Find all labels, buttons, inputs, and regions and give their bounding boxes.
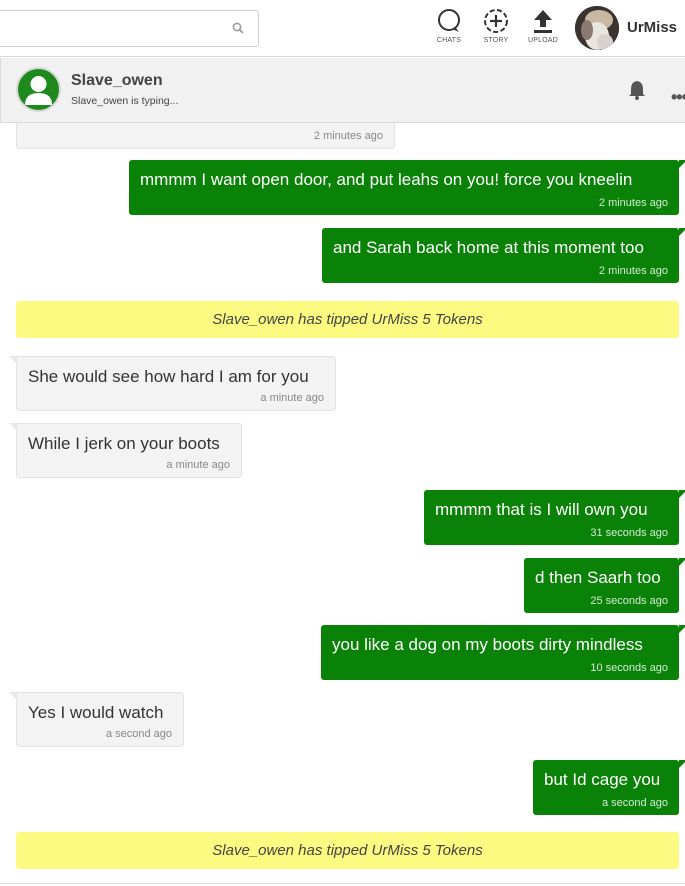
message-time: 2 minutes ago [598, 197, 668, 209]
more-options-icon[interactable]: ••• [671, 87, 685, 108]
typing-status: Slave_owen is typing... [71, 95, 179, 107]
message-time: 2 minutes ago [598, 265, 668, 277]
divider [0, 883, 685, 884]
message-time: a minute ago [166, 459, 230, 471]
user-avatar[interactable] [575, 6, 619, 50]
message-text: mmmm that is I will own you [435, 500, 648, 519]
message-list[interactable]: 2 minutes ago mmmm I want open door, and… [0, 123, 685, 886]
message-outgoing: but Id cage you a second ago [533, 760, 685, 815]
story-add-icon [484, 9, 508, 33]
message-outgoing: d then Saarh too 25 seconds ago [524, 558, 685, 613]
message-text: She would see how hard I am for you [28, 367, 309, 386]
tip-notification: Slave_owen has tipped UrMiss 5 Tokens [16, 832, 679, 869]
message-time: 10 seconds ago [590, 662, 668, 674]
user-silhouette-icon [25, 76, 52, 105]
message-incoming: She would see how hard I am for you a mi… [9, 356, 336, 411]
message-outgoing: you like a dog on my boots dirty mindles… [321, 625, 685, 680]
nav-story-button[interactable]: STORY [476, 8, 516, 52]
search-input[interactable] [0, 11, 217, 46]
nav-chats-label: CHATS [436, 37, 462, 44]
bell-icon[interactable] [628, 80, 646, 100]
search-icon[interactable] [232, 22, 244, 34]
avatar-photo [575, 6, 619, 50]
message-outgoing: and Sarah back home at this moment too 2… [322, 228, 685, 283]
message-time: 31 seconds ago [590, 527, 668, 539]
message-text: mmmm I want open door, and put leahs on … [140, 170, 633, 189]
contact-avatar[interactable] [16, 67, 61, 112]
message-incoming: 2 minutes ago [16, 123, 395, 149]
message-outgoing: mmmm I want open door, and put leahs on … [129, 160, 685, 215]
message-text: but Id cage you [544, 770, 661, 789]
upload-icon [534, 10, 552, 33]
message-text: and Sarah back home at this moment too [333, 238, 644, 257]
top-bar: CHATS STORY UPLOAD UrMiss [0, 0, 685, 57]
search-box[interactable] [0, 10, 259, 47]
message-text: you like a dog on my boots dirty mindles… [332, 635, 643, 654]
message-text: d then Saarh too [535, 568, 661, 587]
message-incoming: Yes I would watch a second ago [9, 692, 184, 747]
tip-notification: Slave_owen has tipped UrMiss 5 Tokens [16, 301, 679, 338]
contact-name[interactable]: Slave_owen [71, 72, 163, 90]
nav-story-label: STORY [483, 37, 509, 44]
message-time: a second ago [601, 797, 668, 809]
message-time: 2 minutes ago [313, 130, 383, 142]
nav-upload-button[interactable]: UPLOAD [523, 8, 563, 52]
message-text: While I jerk on your boots [28, 434, 220, 453]
message-time: a minute ago [260, 392, 324, 404]
message-incoming: While I jerk on your boots a minute ago [9, 423, 242, 478]
chat-bubble-icon [438, 9, 460, 32]
username[interactable]: UrMiss [627, 19, 677, 36]
message-time: 25 seconds ago [590, 595, 668, 607]
chat-header: Slave_owen Slave_owen is typing... ••• [0, 58, 685, 123]
nav-chats-button[interactable]: CHATS [429, 8, 469, 52]
message-time: a second ago [105, 728, 172, 740]
nav-upload-label: UPLOAD [528, 37, 558, 44]
message-outgoing: mmmm that is I will own you 31 seconds a… [424, 490, 685, 545]
message-text: Yes I would watch [28, 703, 164, 722]
